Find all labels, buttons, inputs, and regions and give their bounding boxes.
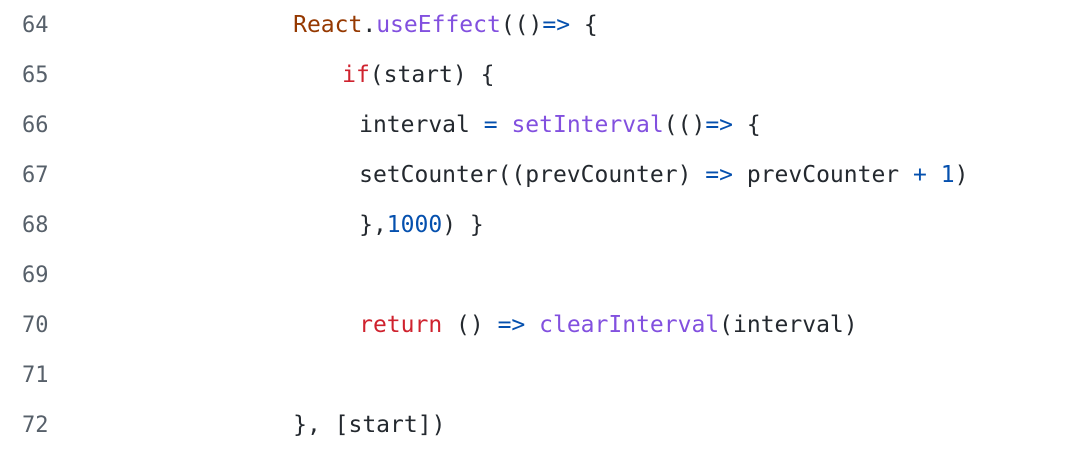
line-number: 69 [22, 262, 49, 288]
token-operator: => [497, 312, 526, 338]
line-number: 66 [22, 112, 49, 138]
token-class: React [293, 12, 363, 38]
token-plain: ) [954, 162, 969, 188]
token-plain: () [442, 312, 498, 338]
token-function: useEffect [376, 12, 501, 38]
token-number: 1000 [386, 212, 443, 238]
line-number: 64 [22, 12, 49, 38]
token-plain: (start) { [369, 62, 495, 88]
code-viewer: 64 React.useEffect(()=> { 65 if(start) {… [0, 0, 1070, 462]
token-function: setInterval [511, 112, 664, 138]
token-operator: => [705, 112, 734, 138]
token-plain: interval [359, 112, 484, 138]
code-line-67: 67 setCounter((prevCounter) => prevCount… [0, 150, 1070, 200]
token-operator: = [483, 112, 498, 138]
line-number: 71 [22, 362, 49, 388]
token-plain: prevCounter [732, 162, 913, 188]
line-code: }, [start]) [210, 386, 445, 464]
code-line-72: 72 }, [start]) [0, 400, 1070, 450]
line-number: 65 [22, 62, 49, 88]
token-function: clearInterval [539, 312, 720, 338]
line-number: 67 [22, 162, 49, 188]
token-plain: { [570, 12, 598, 38]
code-line-68: 68 },1000) } [0, 200, 1070, 250]
token-number: 1 [940, 162, 955, 188]
token-plain: setCounter((prevCounter) [359, 162, 706, 188]
line-number: 72 [22, 412, 49, 438]
code-line-64: 64 React.useEffect(()=> { [0, 0, 1070, 50]
token-operator: + [913, 162, 927, 188]
token-plain: ) } [442, 212, 484, 238]
line-number: 68 [22, 212, 49, 238]
token-plain: }, [359, 212, 387, 238]
token-plain: . [362, 12, 377, 38]
line-number: 70 [22, 312, 49, 338]
token-plain: (interval) [719, 312, 858, 338]
token-plain: }, [start]) [293, 412, 446, 438]
token-plain: (() [500, 12, 543, 38]
token-keyword: if [342, 62, 370, 88]
code-line-70: 70 return () => clearInterval(interval) [0, 300, 1070, 350]
token-plain: (() [663, 112, 706, 138]
token-plain: { [733, 112, 761, 138]
token-operator: => [705, 162, 733, 188]
token-operator: => [542, 12, 571, 38]
token-keyword: return [359, 312, 443, 338]
code-line-71: 71 [0, 350, 1070, 400]
